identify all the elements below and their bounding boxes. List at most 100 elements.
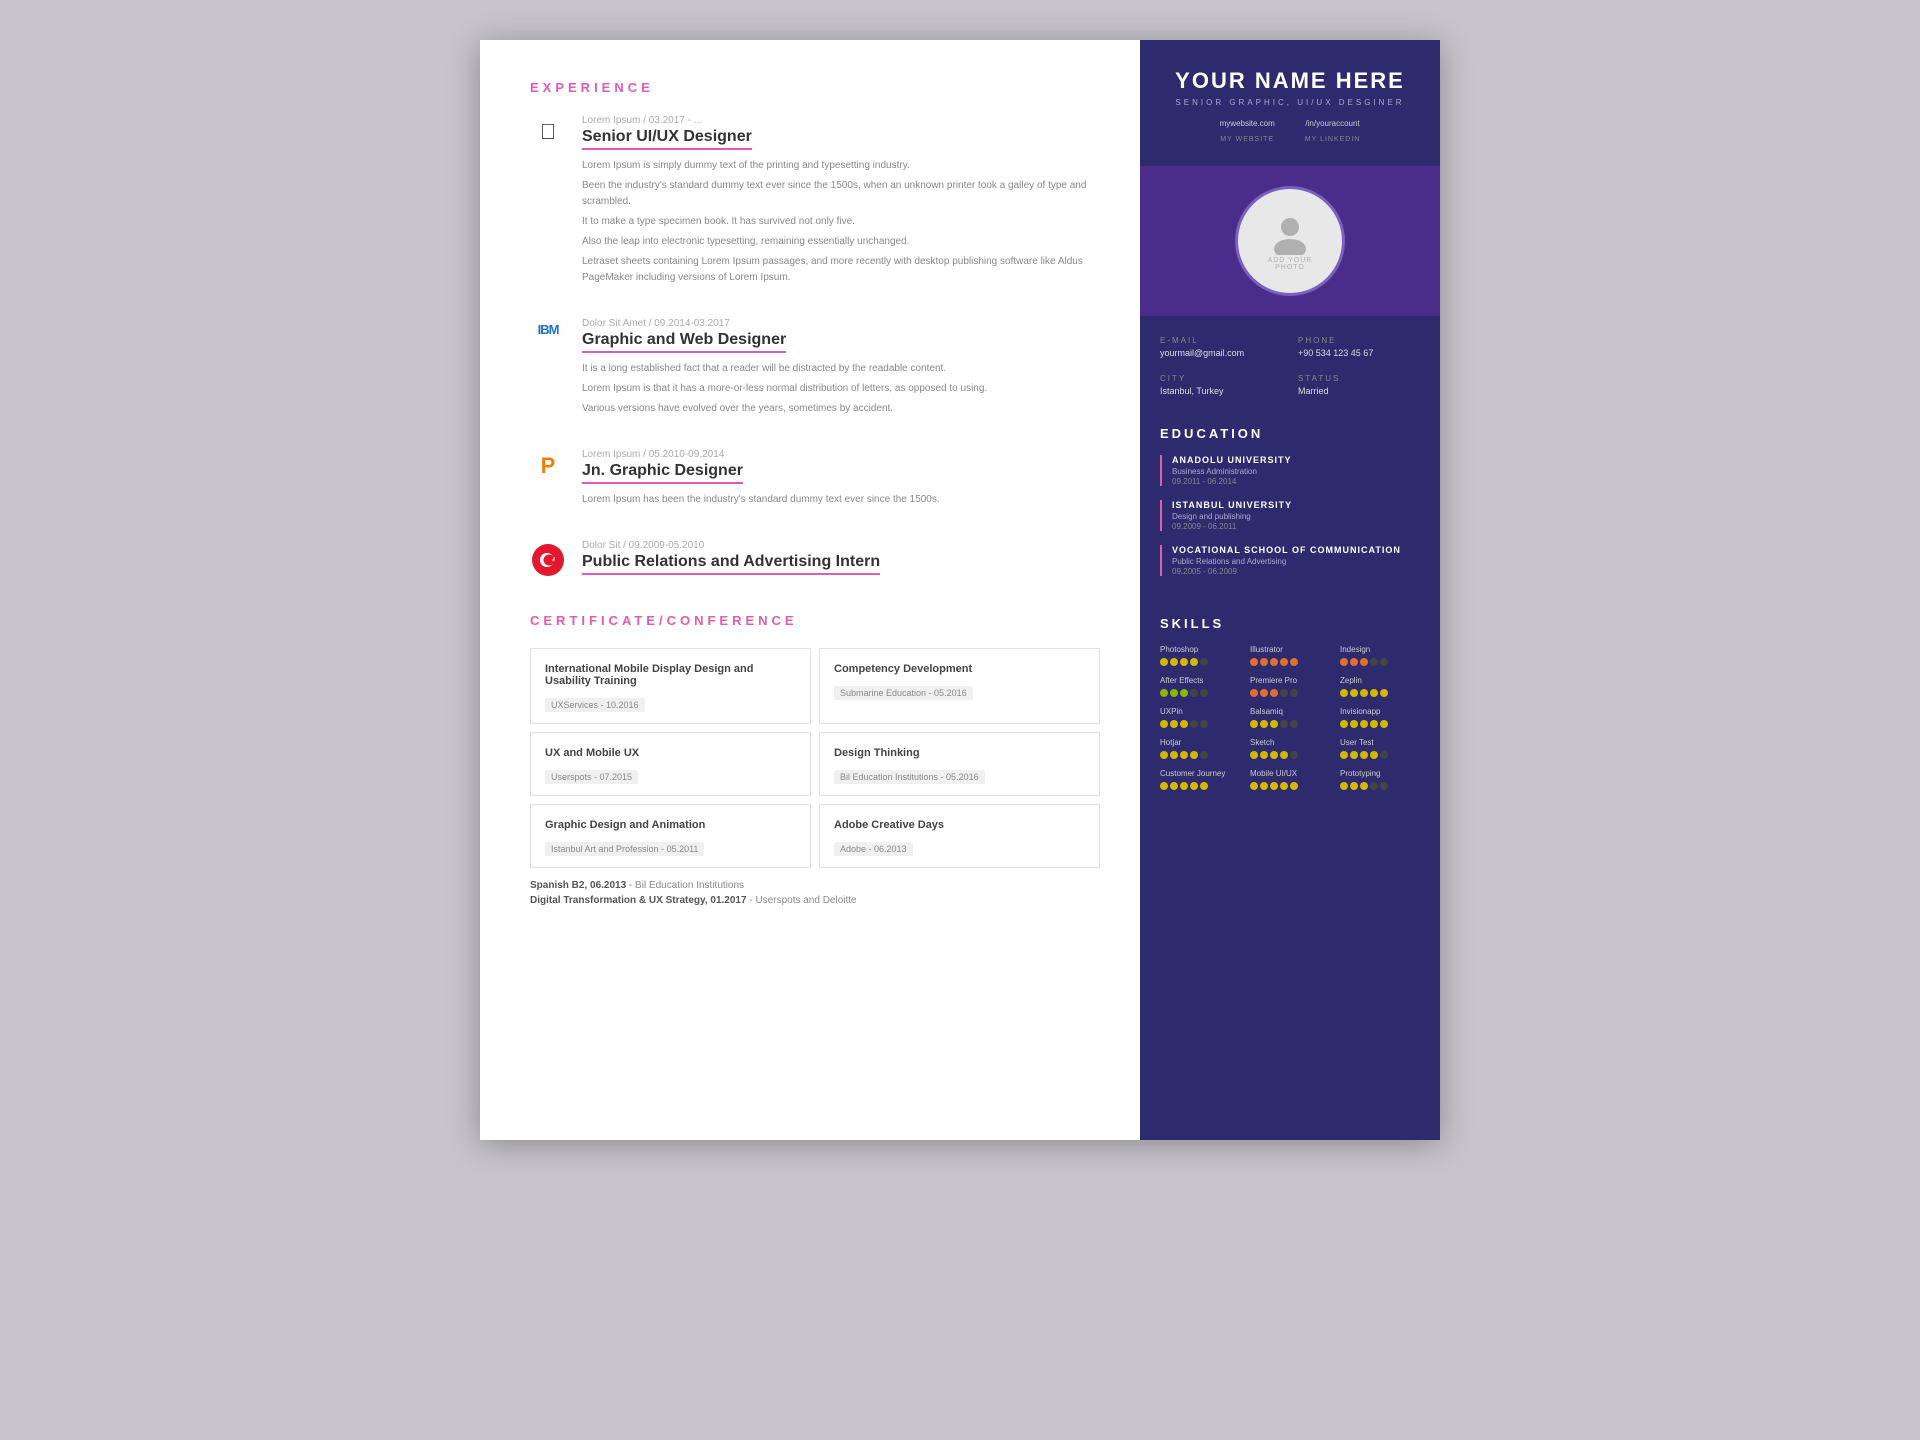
skill-dots-12	[1160, 782, 1240, 790]
cert-org-2: Userspots - 07.2015	[545, 770, 638, 784]
p-logo: P	[530, 453, 566, 479]
skill-dots-5	[1340, 689, 1420, 697]
contact-phone: PHONE +90 534 123 45 67	[1298, 336, 1420, 358]
status-label: STATUS	[1298, 374, 1420, 383]
skill-item-6: UXPin	[1160, 707, 1240, 728]
edu-date-2: 09.2005 - 06.2009	[1172, 567, 1420, 576]
exp-role-3: Jn. Graphic Designer	[582, 462, 743, 484]
linkedin-url: /in/youraccount	[1305, 119, 1361, 128]
skill-dot-10-4	[1290, 751, 1298, 759]
skill-dot-12-0	[1160, 782, 1168, 790]
skill-dot-6-2	[1180, 720, 1188, 728]
skill-dot-1-3	[1280, 658, 1288, 666]
skills-title: SKILLS	[1160, 616, 1420, 631]
skill-dot-6-1	[1170, 720, 1178, 728]
skills-grid: PhotoshopIllustratorIndesignAfter Effect…	[1160, 645, 1420, 790]
phone-value: +90 534 123 45 67	[1298, 348, 1420, 358]
skill-dots-1	[1250, 658, 1330, 666]
skill-dot-14-2	[1360, 782, 1368, 790]
linkedin-link: /in/youraccount MY LINKEDIN	[1305, 119, 1361, 146]
skill-dot-10-0	[1250, 751, 1258, 759]
edu-degree-0: Business Administration	[1172, 467, 1420, 476]
cert-section: CERTIFICATE/CONFERENCE International Mob…	[530, 613, 1100, 906]
skill-dot-0-4	[1200, 658, 1208, 666]
skill-dot-5-0	[1340, 689, 1348, 697]
right-links: mywebsite.com MY WEBSITE /in/youraccount…	[1160, 119, 1420, 146]
skill-dots-6	[1160, 720, 1240, 728]
skill-name-13: Mobile UI/UX	[1250, 769, 1330, 778]
skill-dot-1-4	[1290, 658, 1298, 666]
skill-item-3: After Effects	[1160, 676, 1240, 697]
website-url: mywebsite.com	[1220, 119, 1275, 128]
skill-dot-4-1	[1260, 689, 1268, 697]
cert-name-5: Adobe Creative Days	[834, 819, 1085, 831]
skill-dots-13	[1250, 782, 1330, 790]
skill-dot-14-3	[1370, 782, 1378, 790]
skill-dot-11-3	[1370, 751, 1378, 759]
skill-dot-9-0	[1160, 751, 1168, 759]
skill-dot-12-1	[1170, 782, 1178, 790]
skill-dot-13-3	[1280, 782, 1288, 790]
skill-name-8: Invisionapp	[1340, 707, 1420, 716]
skill-dot-13-1	[1260, 782, 1268, 790]
skill-dot-1-0	[1250, 658, 1258, 666]
skill-dot-11-0	[1340, 751, 1348, 759]
skill-dots-11	[1340, 751, 1420, 759]
email-label: E-MAIL	[1160, 336, 1282, 345]
skill-dot-12-4	[1200, 782, 1208, 790]
skill-dot-12-2	[1180, 782, 1188, 790]
skill-dot-9-2	[1180, 751, 1188, 759]
skill-dots-4	[1250, 689, 1330, 697]
skill-dot-0-3	[1190, 658, 1198, 666]
skill-dot-13-4	[1290, 782, 1298, 790]
cert-org-5: Adobe - 06.2013	[834, 842, 913, 856]
status-value: Married	[1298, 386, 1420, 396]
edu-school-2: Vocational School of Communication	[1172, 545, 1420, 555]
skill-dots-9	[1160, 751, 1240, 759]
website-link: mywebsite.com MY WEBSITE	[1220, 119, 1275, 146]
language-line: Spanish B2, 06.2013 - Bil Education Inst…	[530, 880, 1100, 891]
ibm-logo: IBM	[530, 322, 566, 337]
skill-dots-8	[1340, 720, 1420, 728]
exp-item-1:  Lorem Ipsum / 03.2017 - ... Senior UI/…	[530, 115, 1100, 290]
cert-org-4: Istanbul Art and Profession - 05.2011	[545, 842, 704, 856]
cert-title: CERTIFICATE/CONFERENCE	[530, 613, 1100, 628]
skill-dots-3	[1160, 689, 1240, 697]
skill-dot-13-2	[1270, 782, 1278, 790]
digital-line: Digital Transformation & UX Strategy, 01…	[530, 895, 1100, 906]
cert-name-4: Graphic Design and Animation	[545, 819, 796, 831]
skill-item-10: Sketch	[1250, 738, 1330, 759]
skill-name-12: Customer Journey	[1160, 769, 1240, 778]
skill-dots-0	[1160, 658, 1240, 666]
exp-desc-1: Lorem Ipsum is simply dummy text of the …	[582, 158, 1100, 286]
right-contact: E-MAIL yourmail@gmail.com PHONE +90 534 …	[1140, 316, 1440, 416]
right-education: EDUCATION Anadolu University Business Ad…	[1140, 416, 1440, 606]
skill-dots-2	[1340, 658, 1420, 666]
skill-item-4: Premiere Pro	[1250, 676, 1330, 697]
skill-dot-4-3	[1280, 689, 1288, 697]
photo-circle: ADD YOUR PHOTO	[1235, 186, 1345, 296]
website-label: MY WEBSITE	[1220, 136, 1274, 143]
skill-dot-8-1	[1350, 720, 1358, 728]
cert-org-0: UXServices - 10.2016	[545, 698, 645, 712]
edu-item-2: Vocational School of Communication Publi…	[1160, 545, 1420, 576]
skill-dot-0-2	[1180, 658, 1188, 666]
skill-name-0: Photoshop	[1160, 645, 1240, 654]
cert-grid: International Mobile Display Design and …	[530, 648, 1100, 868]
exp-item-4: Dolor Sit / 09.2009-05.2010 Public Relat…	[530, 540, 1100, 583]
skill-dot-2-3	[1370, 658, 1378, 666]
experience-title: EXPERIENCE	[530, 80, 1100, 95]
right-subtitle: Senior Graphic, UI/UX Desginer	[1160, 98, 1420, 107]
skill-dot-2-0	[1340, 658, 1348, 666]
exp-item-2: IBM Dolor Sit Amet / 09.2014-03.2017 Gra…	[530, 318, 1100, 421]
cert-name-2: UX and Mobile UX	[545, 747, 796, 759]
skill-item-7: Balsamiq	[1250, 707, 1330, 728]
skill-dot-8-0	[1340, 720, 1348, 728]
education-title: EDUCATION	[1160, 426, 1420, 441]
skill-dot-0-0	[1160, 658, 1168, 666]
skill-dot-6-0	[1160, 720, 1168, 728]
apple-logo: 	[530, 119, 566, 145]
skill-name-11: User Test	[1340, 738, 1420, 747]
skill-dot-9-1	[1170, 751, 1178, 759]
skill-name-2: Indesign	[1340, 645, 1420, 654]
